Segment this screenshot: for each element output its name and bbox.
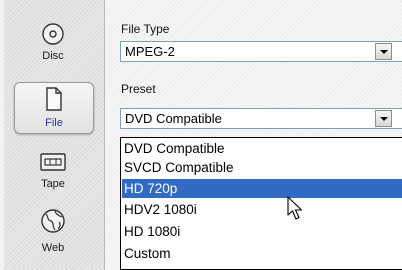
sidebar-item-tape[interactable]: Tape [14,148,92,198]
list-item[interactable]: SVCD Compatible [122,158,402,177]
file-type-label: File Type [121,22,170,36]
tape-icon [39,152,67,177]
settings-panel: File Type MPEG-2 Preset DVD Compatible D… [105,0,402,270]
sidebar-item-file[interactable]: File [14,82,94,134]
mouse-pointer-icon [287,196,305,227]
sidebar-item-label: Web [41,242,65,254]
sidebar-item-label: Disc [42,50,64,62]
file-type-value: MPEG-2 [125,44,175,59]
chevron-down-icon [380,117,388,121]
sidebar-item-label: Tape [41,178,65,190]
sidebar-item-web[interactable]: Web [14,206,92,256]
preset-label: Preset [121,82,156,96]
preset-select[interactable]: DVD Compatible [120,108,402,129]
preset-value: DVD Compatible [125,111,222,126]
web-icon [40,208,66,239]
list-item[interactable]: HDV2 1080i [122,200,402,219]
file-type-select[interactable]: MPEG-2 [120,41,402,62]
list-item[interactable]: HD 1080i [122,222,402,241]
preset-dropdown-list: DVD Compatible SVCD Compatible HD 720p H… [120,137,402,270]
list-item[interactable]: DVD Compatible [122,139,402,158]
chevron-down-icon [380,50,388,54]
list-item-selected[interactable]: HD 720p [122,179,402,198]
file-type-dropdown-button[interactable] [375,43,392,60]
sidebar: Disc File Tape Web [4,0,105,270]
sidebar-item-label: File [45,117,63,129]
sidebar-item-disc[interactable]: Disc [14,20,92,70]
disc-icon [41,22,65,51]
export-window: Disc File Tape Web File Type MPEG-2 Pres… [0,0,402,270]
file-icon [44,87,64,116]
list-item[interactable]: Custom [122,244,402,263]
preset-dropdown-button[interactable] [375,110,392,127]
